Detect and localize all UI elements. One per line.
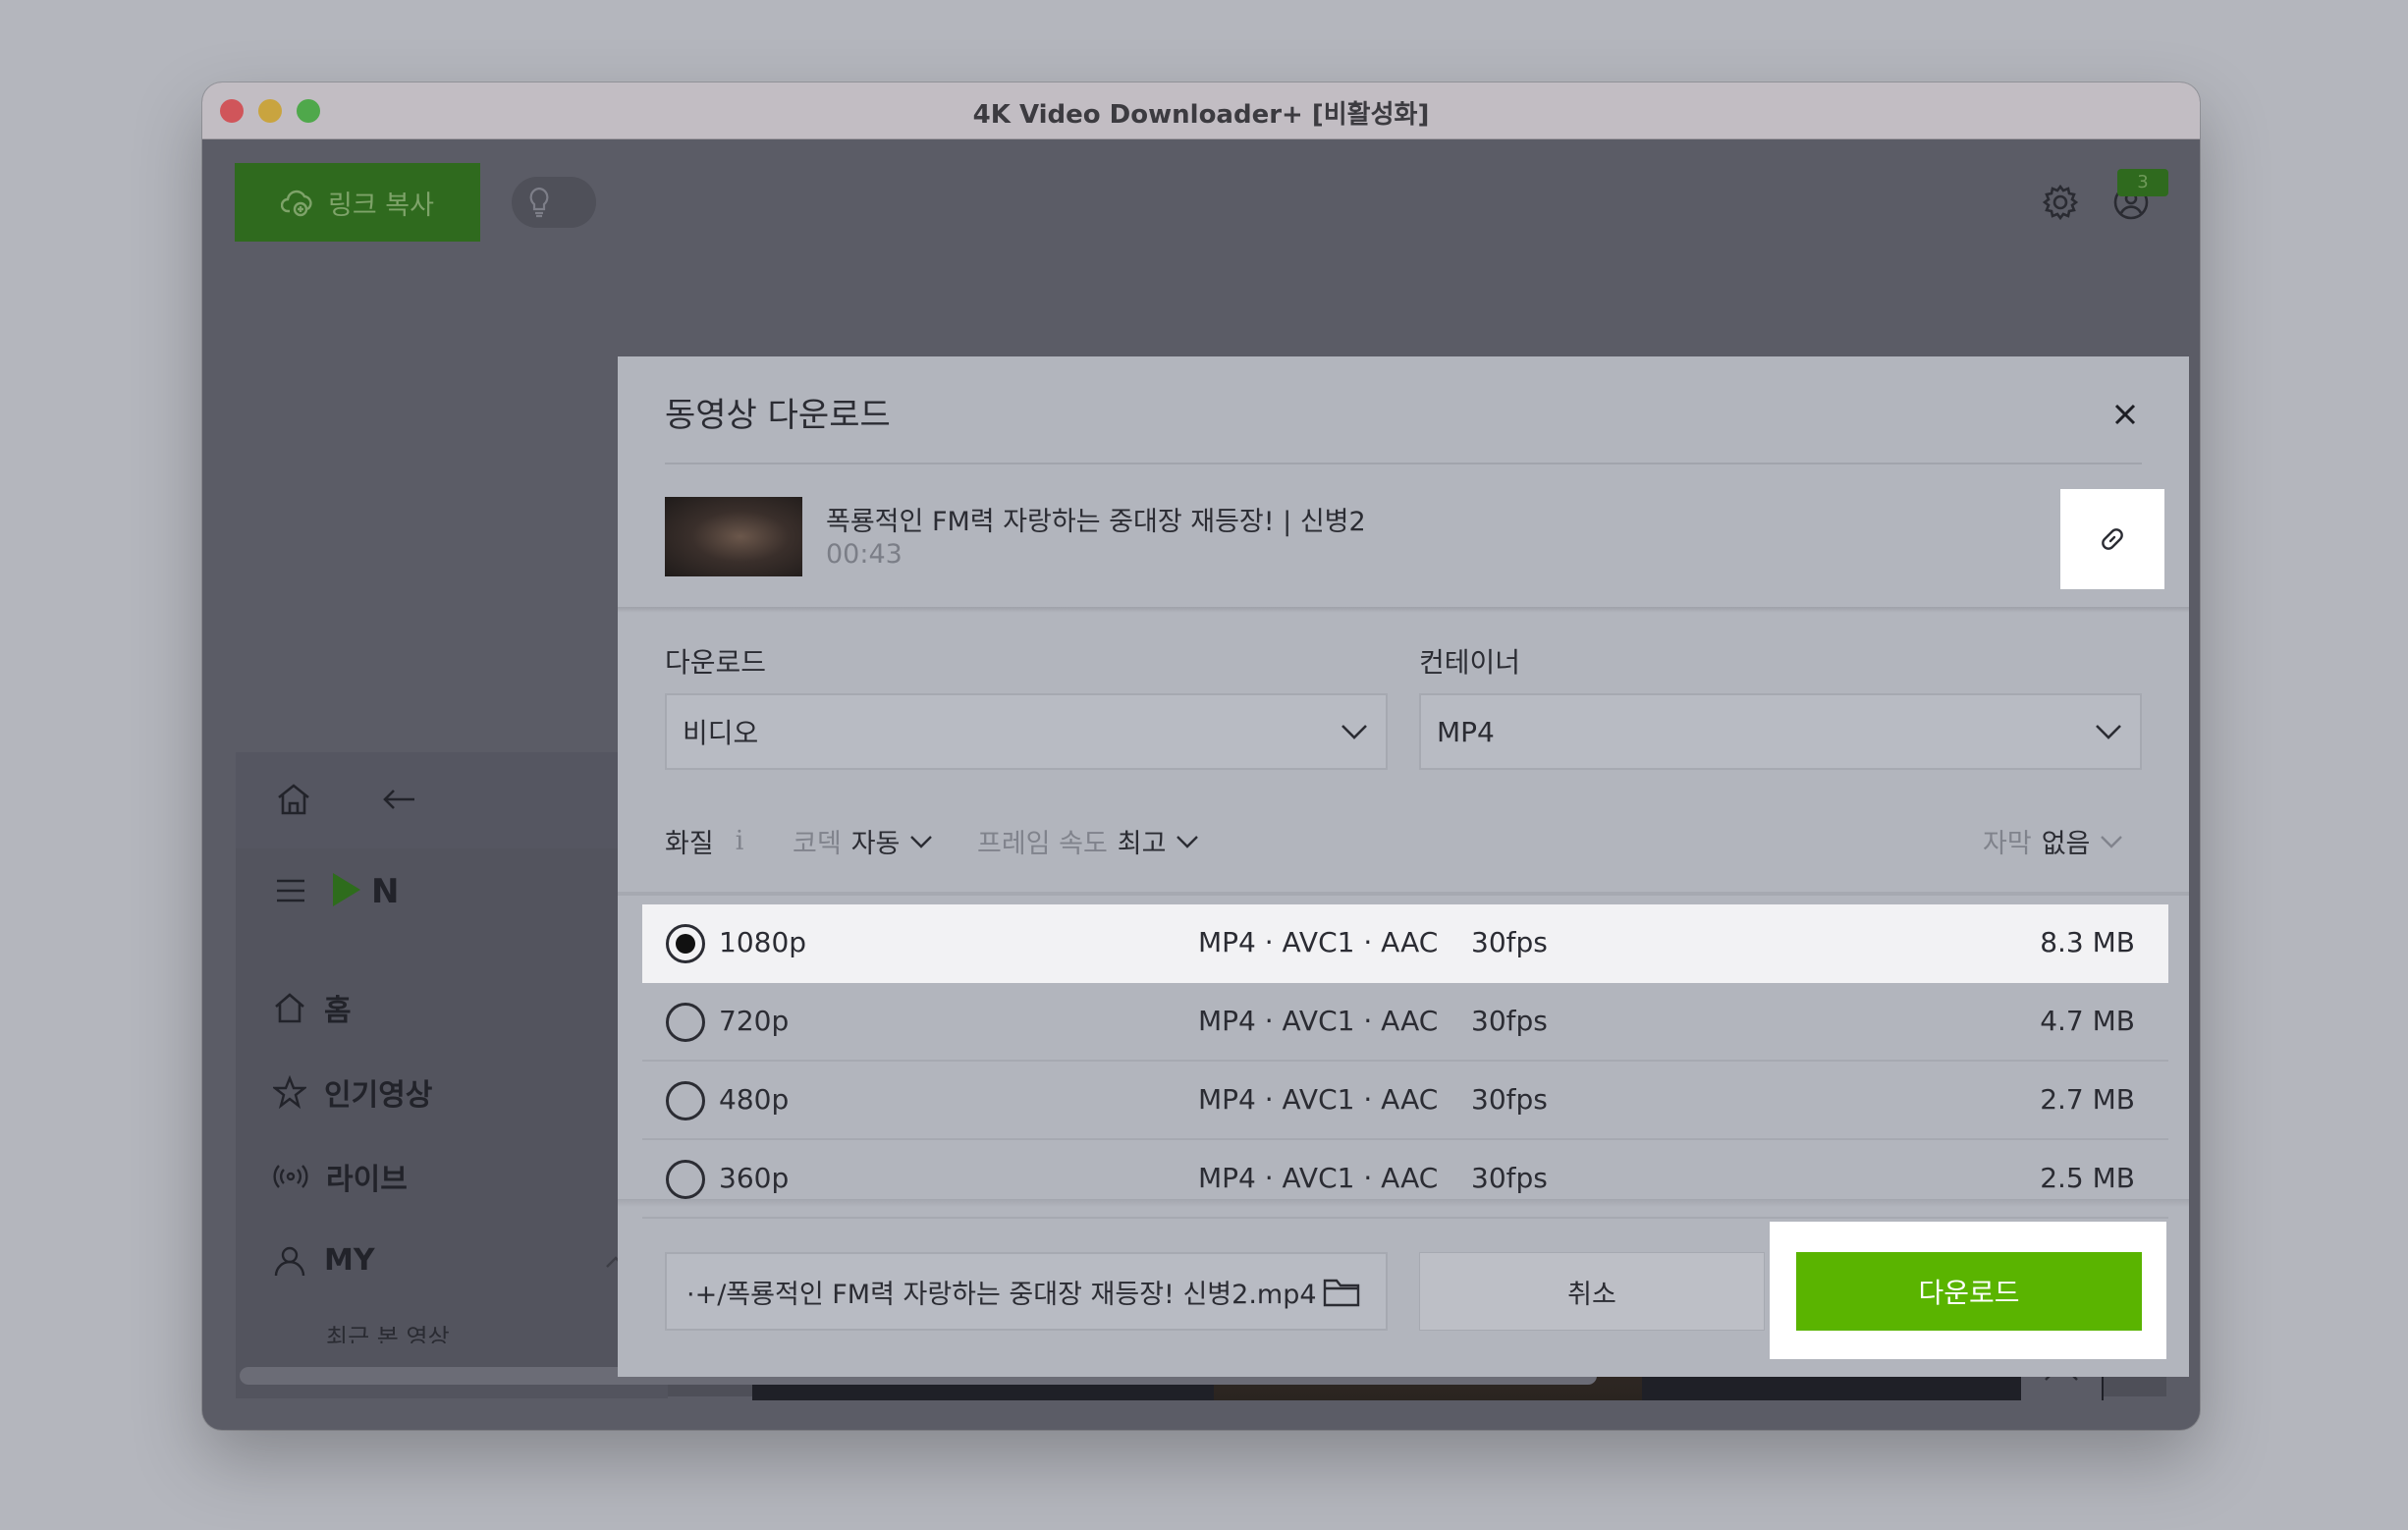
section-separator xyxy=(618,607,2189,613)
save-path-field[interactable]: ·+/폭룡적인 FM력 자랑하는 중대장 재등장! 신병2.mp4 xyxy=(665,1252,1388,1331)
quality-codec: MP4 · AVC1 · AAC xyxy=(1198,1162,1439,1194)
site-sidebar: N 홈 인기영상 라이브 MY 최근 본 영상 xyxy=(236,848,668,1398)
dialog-close-button[interactable] xyxy=(2110,400,2140,429)
quality-size: 2.7 MB xyxy=(2040,1083,2135,1116)
codec-filter[interactable]: 코덱 자동 xyxy=(793,822,933,860)
cancel-button[interactable]: 취소 xyxy=(1419,1252,1765,1331)
quality-fps: 30fps xyxy=(1471,926,1548,958)
quality-size: 4.7 MB xyxy=(2040,1005,2135,1037)
hamburger-menu-icon[interactable] xyxy=(275,878,306,903)
subtitle-value: 없음 xyxy=(2041,829,2091,859)
gear-icon xyxy=(2042,184,2079,221)
folder-icon[interactable] xyxy=(1323,1276,1360,1307)
container-value: MP4 xyxy=(1437,715,1495,748)
subtitle-filter[interactable]: 자막 없음 xyxy=(1983,822,2123,860)
app-window: 4K Video Downloader+ [비활성화] 링크 복사 3 N 홈 … xyxy=(202,82,2200,1430)
quality-resolution: 1080p xyxy=(719,926,807,958)
nav-item-my[interactable]: MY xyxy=(273,1243,375,1278)
nav-label-live: 라이브 xyxy=(326,1163,408,1197)
site-logo-text: N xyxy=(371,872,400,911)
info-icon[interactable]: i xyxy=(736,826,744,856)
lightbulb-icon xyxy=(529,187,549,218)
codec-value: 자동 xyxy=(850,829,901,859)
notification-badge: 3 xyxy=(2117,169,2168,196)
user-icon xyxy=(274,1246,305,1276)
quality-row-1080p[interactable]: 1080p MP4 · AVC1 · AAC 30fps 8.3 MB xyxy=(642,904,2168,983)
radio-button[interactable] xyxy=(666,1081,705,1120)
quality-resolution: 480p xyxy=(719,1083,790,1116)
quality-codec: MP4 · AVC1 · AAC xyxy=(1198,1005,1439,1037)
window-title: 4K Video Downloader+ [비활성화] xyxy=(972,100,1430,130)
chevron-down-icon xyxy=(1341,725,1367,739)
radio-button[interactable] xyxy=(666,1003,705,1042)
framerate-filter[interactable]: 프레임 속도 최고 xyxy=(977,822,1199,860)
quality-size: 8.3 MB xyxy=(2040,926,2135,958)
nav-label-popular: 인기영상 xyxy=(324,1078,433,1113)
nav-label-my: MY xyxy=(324,1243,375,1278)
chevron-down-icon xyxy=(910,835,933,848)
framerate-value: 최고 xyxy=(1117,829,1167,859)
download-button[interactable]: 다운로드 xyxy=(1796,1252,2142,1331)
title-bar: 4K Video Downloader+ [비활성화] xyxy=(202,82,2200,139)
container-select[interactable]: MP4 xyxy=(1419,693,2142,770)
quality-resolution: 720p xyxy=(719,1005,790,1037)
nav-item-home[interactable]: 홈 xyxy=(273,986,352,1029)
quality-resolution: 360p xyxy=(719,1162,790,1194)
copy-link-label: 링크 복사 xyxy=(328,190,434,221)
video-thumbnail xyxy=(665,497,802,576)
subtitle-label: 자막 xyxy=(1983,829,2032,859)
download-type-select[interactable]: 비디오 xyxy=(665,693,1388,770)
nav-sub-item[interactable]: 최근 본 영상 xyxy=(326,1318,450,1343)
list-separator xyxy=(618,892,2189,896)
settings-button[interactable] xyxy=(2039,181,2082,224)
chevron-down-icon xyxy=(2096,725,2121,739)
copy-link-button[interactable]: 링크 복사 xyxy=(235,163,480,242)
video-download-dialog: 동영상 다운로드 폭룡적인 FM력 자랑하는 중대장 재등장! | 신병2 00… xyxy=(618,356,2189,1377)
quality-row-480p[interactable]: 480p MP4 · AVC1 · AAC 30fps 2.7 MB xyxy=(642,1062,2168,1140)
chevron-down-icon xyxy=(1177,835,1199,848)
nav-item-live[interactable]: 라이브 xyxy=(273,1155,408,1198)
quality-codec: MP4 · AVC1 · AAC xyxy=(1198,926,1439,958)
link-icon xyxy=(2102,528,2123,550)
container-label: 컨테이너 xyxy=(1419,646,1521,679)
download-type-label: 다운로드 xyxy=(665,646,767,679)
quality-fps: 30fps xyxy=(1471,1083,1548,1116)
home-outline-icon xyxy=(275,993,304,1023)
open-link-button[interactable] xyxy=(2060,489,2164,589)
quality-fps: 30fps xyxy=(1471,1005,1548,1037)
smart-mode-toggle[interactable] xyxy=(512,177,596,228)
quality-label: 화질 xyxy=(665,829,714,859)
codec-label: 코덱 xyxy=(793,829,842,859)
home-icon[interactable] xyxy=(275,782,312,817)
video-duration: 00:43 xyxy=(826,539,903,570)
play-logo-icon xyxy=(333,873,360,906)
star-icon xyxy=(273,1075,306,1109)
quality-row-360p[interactable]: 360p MP4 · AVC1 · AAC 30fps 2.5 MB xyxy=(642,1140,2168,1219)
quality-row-720p[interactable]: 720p MP4 · AVC1 · AAC 30fps 4.7 MB xyxy=(642,983,2168,1062)
quality-codec: MP4 · AVC1 · AAC xyxy=(1198,1083,1439,1116)
video-title: 폭룡적인 FM력 자랑하는 중대장 재등장! | 신병2 xyxy=(826,507,1366,537)
live-broadcast-icon xyxy=(273,1165,308,1188)
quality-fps: 30fps xyxy=(1471,1162,1548,1194)
back-arrow-icon[interactable] xyxy=(381,788,416,811)
nav-label-home: 홈 xyxy=(324,994,352,1028)
quality-size: 2.5 MB xyxy=(2040,1162,2135,1194)
chevron-down-icon xyxy=(2101,835,2123,848)
dialog-divider xyxy=(665,463,2142,464)
footer-separator xyxy=(618,1199,2189,1207)
quality-heading: 화질 i xyxy=(665,822,743,860)
cloud-plus-icon xyxy=(281,190,312,217)
nav-item-popular[interactable]: 인기영상 xyxy=(273,1070,432,1114)
radio-button-selected[interactable] xyxy=(666,924,705,963)
download-type-value: 비디오 xyxy=(683,717,759,749)
dialog-title: 동영상 다운로드 xyxy=(665,396,891,435)
framerate-label: 프레임 속도 xyxy=(977,829,1108,859)
radio-button[interactable] xyxy=(666,1160,705,1199)
save-path-value: ·+/폭룡적인 FM력 자랑하는 중대장 재등장! 신병2.mp4 xyxy=(686,1279,1317,1310)
close-icon xyxy=(2114,404,2136,425)
